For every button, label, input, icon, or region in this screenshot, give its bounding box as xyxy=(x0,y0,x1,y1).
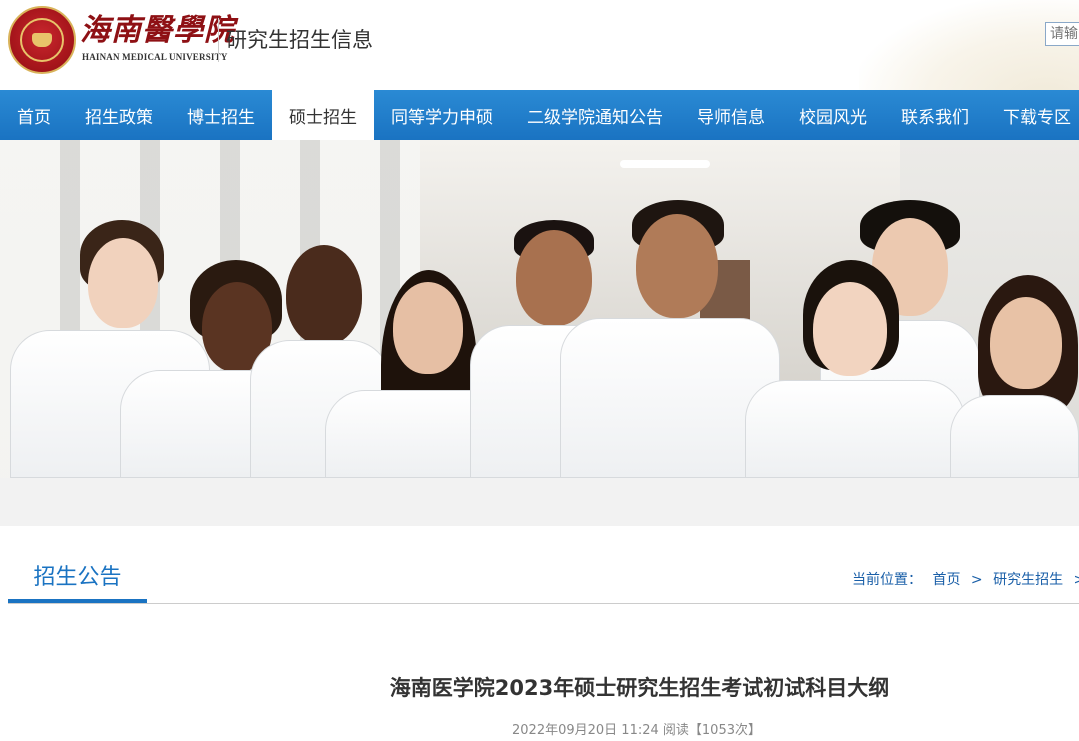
student-figure xyxy=(950,275,1079,478)
breadcrumb: 当前位置： 首页 > 研究生招生 > xyxy=(852,570,1079,590)
search-input[interactable] xyxy=(1045,22,1079,46)
section-title: 招生公告 xyxy=(8,556,147,603)
site-header: 海南醫學院 HAINAN MEDICAL UNIVERSITY 研究生招生信息 xyxy=(0,0,1079,90)
breadcrumb-prefix: 当前位置： xyxy=(852,572,922,588)
article-title: 海南医学院2023年硕士研究生招生考试初试科目大纲 xyxy=(389,676,890,700)
university-name-logo[interactable]: 海南醫學院 xyxy=(80,14,235,48)
nav-item-admission-policy[interactable]: 招生政策 xyxy=(68,90,170,140)
nav-item-equivalent-degree[interactable]: 同等学力申硕 xyxy=(374,90,510,140)
nav-item-home[interactable]: 首页 xyxy=(0,90,68,140)
nav-item-master-admission[interactable]: 硕士招生 xyxy=(272,90,374,140)
nav-item-doctoral-admission[interactable]: 博士招生 xyxy=(170,90,272,140)
article-meta: 2022年09月20日 11:24 阅读【1053次】 xyxy=(512,723,761,738)
student-figure xyxy=(745,260,965,478)
nav-item-supervisors[interactable]: 导师信息 xyxy=(680,90,782,140)
banner-image xyxy=(0,140,1079,478)
banner-bottom-strip xyxy=(0,478,1079,526)
nav-item-college-notices[interactable]: 二级学院通知公告 xyxy=(510,90,680,140)
header-divider xyxy=(218,18,219,62)
section-divider xyxy=(8,603,1079,604)
nav-item-downloads[interactable]: 下载专区 xyxy=(986,90,1079,140)
main-nav: 首页 招生政策 博士招生 硕士招生 同等学力申硕 二级学院通知公告 导师信息 校… xyxy=(0,90,1079,140)
site-title: 研究生招生信息 xyxy=(226,28,373,52)
university-seal-icon[interactable] xyxy=(8,6,76,74)
breadcrumb-separator: > xyxy=(970,572,983,588)
nav-item-campus-scenery[interactable]: 校园风光 xyxy=(782,90,884,140)
breadcrumb-link-home[interactable]: 首页 xyxy=(932,572,960,588)
nav-item-contact-us[interactable]: 联系我们 xyxy=(884,90,986,140)
breadcrumb-link-graduate-admission[interactable]: 研究生招生 xyxy=(993,572,1063,588)
university-english-name: HAINAN MEDICAL UNIVERSITY xyxy=(82,52,228,62)
breadcrumb-separator: > xyxy=(1074,572,1079,588)
